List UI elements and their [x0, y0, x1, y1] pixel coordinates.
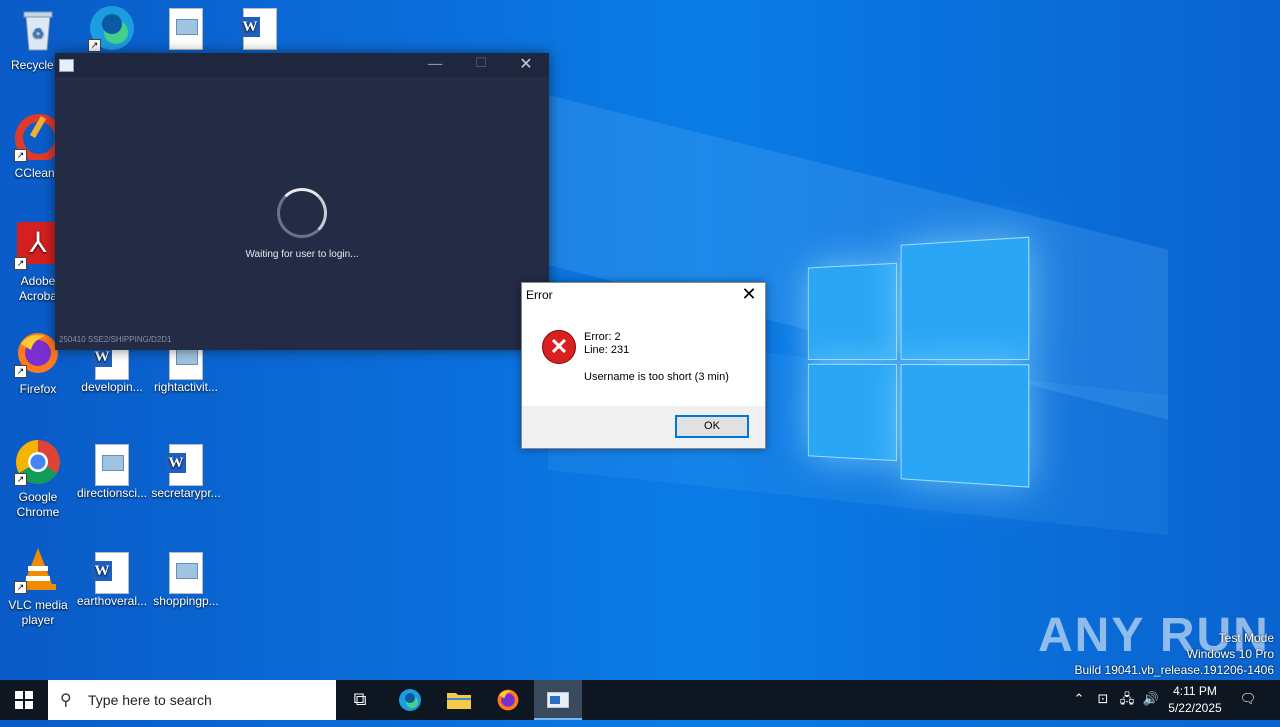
desktop-icon-edge[interactable]: ↗ [74, 4, 150, 56]
network-button[interactable]: 🖧 [1116, 680, 1138, 720]
watermark-line: Windows 10 Pro [1186, 647, 1274, 661]
desktop-icon-vlc[interactable]: ↗ VLC media player [0, 546, 76, 628]
desktop-icon-label: shoppingp... [153, 594, 219, 608]
build-version-text: 250410 SSE2/SHIPPING/D2D1 [59, 335, 172, 344]
error-message: Username is too short (3 min) [584, 371, 729, 383]
tray-device-icon-button[interactable]: ⊡ [1092, 680, 1114, 720]
image-file-icon [169, 8, 203, 50]
maximize-button[interactable]: ☐ [458, 53, 504, 77]
windows-start-icon [15, 691, 33, 709]
error-code-text: Error: 2 [584, 331, 621, 343]
desktop-icon-label: VLC media player [8, 598, 68, 627]
desktop: ♻ Recycle B ↗ CCleane ⅄ ↗ Adobe Acroba ↗… [0, 0, 1280, 680]
chevron-up-icon: ⌃ [1073, 692, 1085, 707]
image-file-icon [95, 444, 129, 486]
desktop-icon-word-file[interactable]: W [222, 4, 298, 50]
desktop-icon-label: rightactivit... [153, 380, 219, 394]
desktop-icon-label: Google Chrome [16, 490, 60, 519]
app-window-icon [546, 691, 570, 709]
task-view-icon: ⧉ [353, 689, 367, 710]
edge-icon: ↗ [88, 4, 136, 52]
clock-date: 5/22/2025 [1168, 701, 1222, 715]
task-view-button[interactable]: ⧉ [336, 680, 384, 720]
taskbar-firefox-button[interactable] [484, 680, 532, 720]
taskbar: ⚲ Type here to search ⧉ ⌃ ⊡ 🖧 🔊 4:11 PM … [0, 680, 1280, 720]
desktop-icon-directionsci[interactable]: directionsci... [74, 440, 150, 501]
desktop-icon-shoppingp[interactable]: shoppingp... [148, 548, 224, 609]
show-hidden-icons-button[interactable]: ⌃ [1068, 680, 1090, 720]
error-icon: ✕ [542, 330, 576, 364]
shortcut-arrow-icon: ↗ [14, 365, 27, 378]
error-line-text: Line: 231 [584, 344, 630, 356]
word-document-icon: W [92, 552, 129, 594]
recycle-bin-icon: ♻ [14, 6, 62, 54]
app-window: — ☐ ✕ Waiting for user to login... 25041… [55, 53, 549, 350]
error-dialog: Error ✕ ✕ Error: 2 Line: 231 Username is… [521, 282, 766, 449]
folder-icon [447, 693, 471, 709]
watermark-line: Build 19041.vb_release.191206-1406 [1074, 663, 1275, 677]
dialog-footer: OK [522, 406, 765, 448]
ok-button[interactable]: OK [675, 415, 749, 438]
app-window-icon [59, 59, 74, 72]
word-document-icon: W [166, 444, 203, 486]
vlc-icon: ↗ [14, 546, 62, 594]
desktop-icon-label: developin... [81, 380, 143, 394]
desktop-icon-label: earthoveral... [76, 594, 148, 608]
desktop-icon-label: Firefox [19, 382, 57, 396]
search-placeholder: Type here to search [88, 692, 212, 708]
windows-logo [807, 232, 1030, 488]
notification-icon: 🗨 [1239, 692, 1257, 707]
shortcut-arrow-icon: ↗ [14, 149, 27, 162]
loading-status-text: Waiting for user to login... [245, 249, 359, 260]
image-file-icon [169, 552, 203, 594]
speaker-icon: 🔊 [1142, 692, 1160, 707]
start-button[interactable] [0, 680, 48, 720]
desktop-icon-earthoveral[interactable]: W earthoveral... [74, 548, 150, 609]
app-title-bar[interactable]: — ☐ ✕ [55, 53, 549, 77]
taskbar-search-box[interactable]: ⚲ Type here to search [48, 680, 336, 720]
dialog-close-button[interactable]: ✕ [733, 283, 765, 307]
firefox-icon [497, 689, 519, 711]
desktop-icon-secretarypr[interactable]: W secretarypr... [148, 440, 224, 501]
volume-button[interactable]: 🔊 [1140, 680, 1162, 720]
dialog-title: Error [526, 288, 553, 302]
taskbar-active-app-button[interactable] [534, 680, 582, 720]
word-document-icon: W [240, 8, 277, 50]
network-icon: 🖧 [1119, 692, 1135, 707]
notifications-button[interactable]: 🗨 [1234, 680, 1262, 720]
loading-spinner-icon [277, 188, 327, 238]
shortcut-arrow-icon: ↗ [14, 581, 27, 594]
taskbar-file-explorer-button[interactable] [435, 680, 483, 720]
shortcut-arrow-icon: ↗ [88, 39, 101, 52]
test-mode-watermark: Test Mode Windows 10 Pro Build 19041.vb_… [1075, 630, 1275, 678]
edge-icon [399, 689, 421, 711]
clock-time: 4:11 PM [1173, 684, 1217, 698]
taskbar-clock[interactable]: 4:11 PM 5/22/2025 [1160, 683, 1230, 717]
desktop-icon-google-chrome[interactable]: ↗ Google Chrome [0, 438, 76, 520]
shortcut-arrow-icon: ↗ [14, 473, 27, 486]
desktop-icon-image-file[interactable] [148, 4, 224, 50]
search-icon: ⚲ [60, 690, 72, 709]
close-button[interactable]: ✕ [503, 53, 549, 77]
taskbar-edge-button[interactable] [386, 680, 434, 720]
minimize-button[interactable]: — [412, 53, 458, 77]
chrome-icon: ↗ [14, 438, 62, 486]
watermark-line: Test Mode [1218, 631, 1274, 645]
device-icon: ⊡ [1097, 692, 1109, 707]
svg-text:♻: ♻ [32, 25, 45, 41]
shortcut-arrow-icon: ↗ [14, 257, 27, 270]
desktop-icon-label: directionsci... [76, 486, 148, 500]
desktop-icon-label: secretarypr... [151, 486, 221, 500]
error-details: Error: 2 Line: 231 [584, 331, 629, 357]
